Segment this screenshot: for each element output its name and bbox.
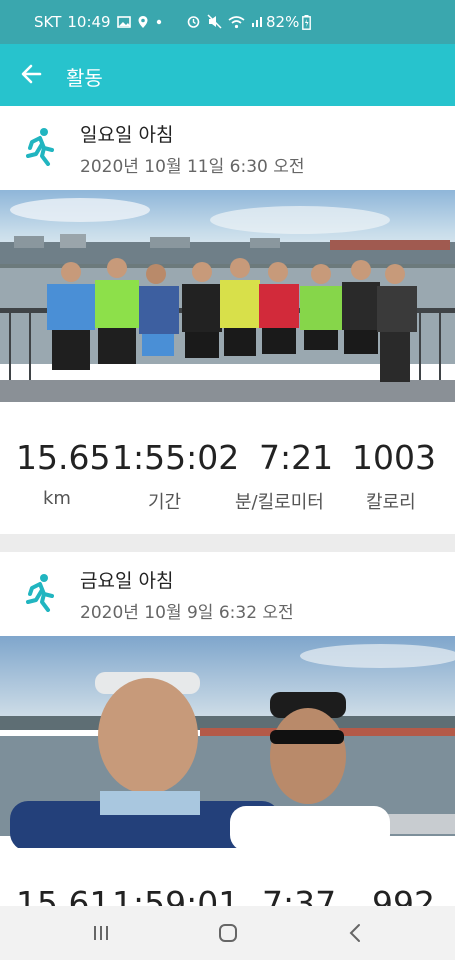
pace-label: 분/킬로미터 [235, 492, 324, 513]
clock: 10:49 [67, 13, 111, 31]
distance-value: 15.65 [16, 438, 111, 477]
battery-icon [302, 14, 312, 30]
activity-date: 2020년 10월 11일 6:30 오전 [80, 157, 305, 177]
activity-card[interactable]: 일요일 아침 2020년 10월 11일 6:30 오전 15.65 1:55:… [0, 106, 455, 534]
duration-label: 기간 [148, 492, 182, 513]
activity-date: 2020년 10월 9일 6:32 오전 [80, 603, 294, 623]
alarm-icon [187, 16, 200, 28]
running-icon [26, 128, 54, 166]
home-icon[interactable] [215, 920, 241, 946]
group-photo-image [0, 190, 455, 402]
running-icon [26, 574, 54, 612]
activity-title: 금요일 아침 [80, 570, 174, 592]
distance-label: km [43, 488, 71, 509]
pace-value: 7:37 [262, 884, 337, 906]
carrier-label: SKT [34, 13, 62, 31]
calories-value: 1003 [352, 438, 436, 477]
activity-header: 일요일 아침 2020년 10월 11일 6:30 오전 [0, 106, 455, 190]
recents-icon[interactable] [88, 920, 114, 946]
navigation-bar [0, 906, 455, 960]
activity-photo[interactable] [0, 636, 455, 848]
activity-stats: 15.61 1:59:01 7:37 992 [0, 848, 455, 906]
wifi-icon [228, 15, 245, 28]
activity-header: 금요일 아침 2020년 10월 9일 6:32 오전 [0, 552, 455, 636]
mute-icon [207, 14, 222, 29]
distance-value: 15.61 [16, 884, 111, 906]
back-arrow-icon[interactable] [18, 60, 46, 88]
dot-icon [156, 19, 161, 25]
image-icon [116, 16, 131, 28]
pace-value: 7:21 [259, 438, 334, 477]
calories-label: 칼로리 [366, 492, 416, 513]
activity-photo[interactable] [0, 190, 455, 402]
signal-icon [252, 17, 262, 27]
status-bar: SKT 10:49 82% [0, 0, 455, 44]
duration-value: 1:59:01 [112, 884, 240, 906]
activity-card[interactable]: 금요일 아침 2020년 10월 9일 6:32 오전 15.61 1:59:0… [0, 552, 455, 906]
calories-value: 992 [372, 884, 435, 906]
activity-stats: 15.65 1:55:02 7:21 1003 km 기간 분/킬로미터 칼로리 [0, 402, 455, 534]
battery-percent: 82% [266, 13, 300, 31]
activity-title: 일요일 아침 [80, 124, 174, 146]
selfie-photo-image [0, 636, 455, 848]
location-icon [138, 16, 148, 28]
duration-value: 1:55:02 [112, 438, 240, 477]
app-bar: 활동 [0, 44, 455, 106]
back-icon[interactable] [343, 920, 369, 946]
activity-feed[interactable]: 일요일 아침 2020년 10월 11일 6:30 오전 15.65 1:55:… [0, 106, 455, 906]
page-title: 활동 [66, 66, 103, 90]
